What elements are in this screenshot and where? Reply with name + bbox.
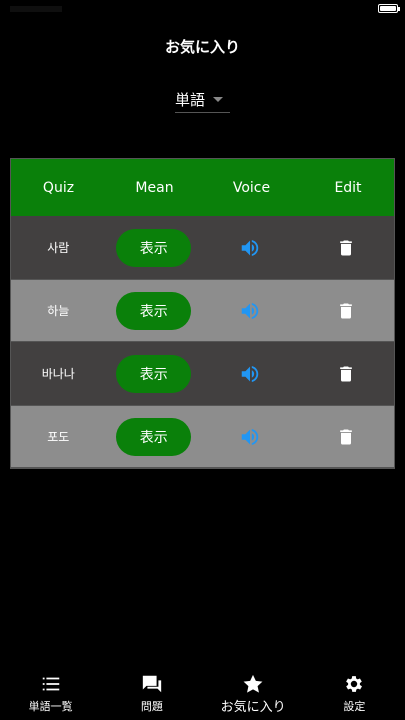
quiz-word: 바나나 — [41, 367, 75, 381]
speaker-icon[interactable] — [238, 425, 262, 449]
trash-icon[interactable] — [334, 299, 358, 323]
page-title: お気に入り — [164, 38, 240, 56]
status-time — [10, 6, 62, 12]
tab-label: 設定 — [343, 700, 366, 713]
speaker-icon[interactable] — [238, 236, 262, 260]
table-row: 포도 表示 — [11, 405, 394, 468]
quiz-word: 하늘 — [47, 304, 70, 318]
tab-label: 問題 — [140, 700, 163, 713]
star-icon — [241, 672, 265, 696]
tab-label: 単語一覧 — [28, 700, 73, 713]
tab-favorites[interactable]: お気に入り — [203, 668, 304, 720]
battery-icon — [378, 4, 400, 13]
category-select-value: 単語 — [175, 90, 206, 109]
column-header-quiz: Quiz — [42, 179, 75, 196]
tab-label: お気に入り — [220, 700, 286, 715]
quiz-word: 포도 — [47, 430, 70, 444]
speaker-icon[interactable] — [238, 299, 262, 323]
favorites-table: Quiz Mean Voice Edit 사람 表示 하늘 表示 바나나 表示 — [10, 158, 395, 469]
gear-icon — [342, 672, 366, 696]
show-meaning-button[interactable]: 表示 — [116, 228, 192, 267]
speaker-icon[interactable] — [238, 362, 262, 386]
tab-questions[interactable]: 問題 — [101, 668, 202, 720]
column-header-mean: Mean — [135, 179, 174, 196]
tab-word-list[interactable]: 単語一覧 — [0, 668, 101, 720]
table-row: 하늘 表示 — [11, 279, 394, 342]
table-row: 사람 表示 — [11, 216, 394, 279]
table-header: Quiz Mean Voice Edit — [11, 159, 394, 216]
quiz-word: 사람 — [47, 241, 70, 255]
tab-settings[interactable]: 設定 — [304, 668, 405, 720]
bottom-tab-bar: 単語一覧 問題 お気に入り 設定 — [0, 668, 405, 720]
trash-icon[interactable] — [334, 236, 358, 260]
show-meaning-button[interactable]: 表示 — [116, 354, 192, 393]
chevron-down-icon — [213, 96, 224, 102]
chat-icon — [140, 672, 164, 696]
table-row: 바나나 表示 — [11, 342, 394, 405]
column-header-edit: Edit — [334, 179, 362, 196]
list-icon — [39, 672, 63, 696]
category-select[interactable]: 単語 — [175, 86, 230, 113]
show-meaning-button[interactable]: 表示 — [116, 291, 192, 330]
trash-icon[interactable] — [334, 425, 358, 449]
status-bar — [0, 0, 405, 20]
column-header-voice: Voice — [232, 179, 271, 196]
trash-icon[interactable] — [334, 362, 358, 386]
show-meaning-button[interactable]: 表示 — [116, 417, 192, 456]
